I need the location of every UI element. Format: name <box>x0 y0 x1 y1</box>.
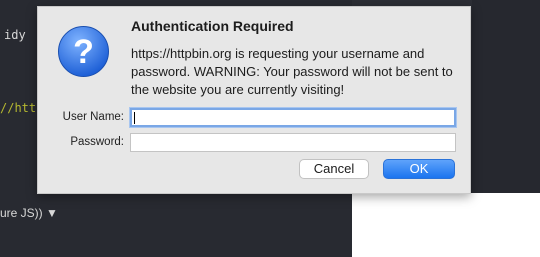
password-label: Password: <box>70 136 124 148</box>
dialog-message: https://httpbin.org is requesting your u… <box>131 46 453 97</box>
white-panel <box>352 193 540 257</box>
dialog-title: Authentication Required <box>131 18 294 34</box>
editor-text-line: ure JS)) ▼ <box>0 206 58 220</box>
editor-text-line: idy <box>4 28 26 42</box>
password-input[interactable] <box>130 133 456 152</box>
editor-right-panel <box>472 0 540 193</box>
authentication-dialog: ? Authentication Required https://httpbi… <box>37 6 471 194</box>
username-label: User Name: <box>62 111 124 123</box>
question-icon: ? <box>58 26 109 77</box>
svg-text:?: ? <box>73 33 94 71</box>
ok-button[interactable]: OK <box>383 159 455 179</box>
username-input[interactable] <box>130 108 456 127</box>
text-caret <box>134 112 135 124</box>
cancel-button[interactable]: Cancel <box>299 159 369 179</box>
